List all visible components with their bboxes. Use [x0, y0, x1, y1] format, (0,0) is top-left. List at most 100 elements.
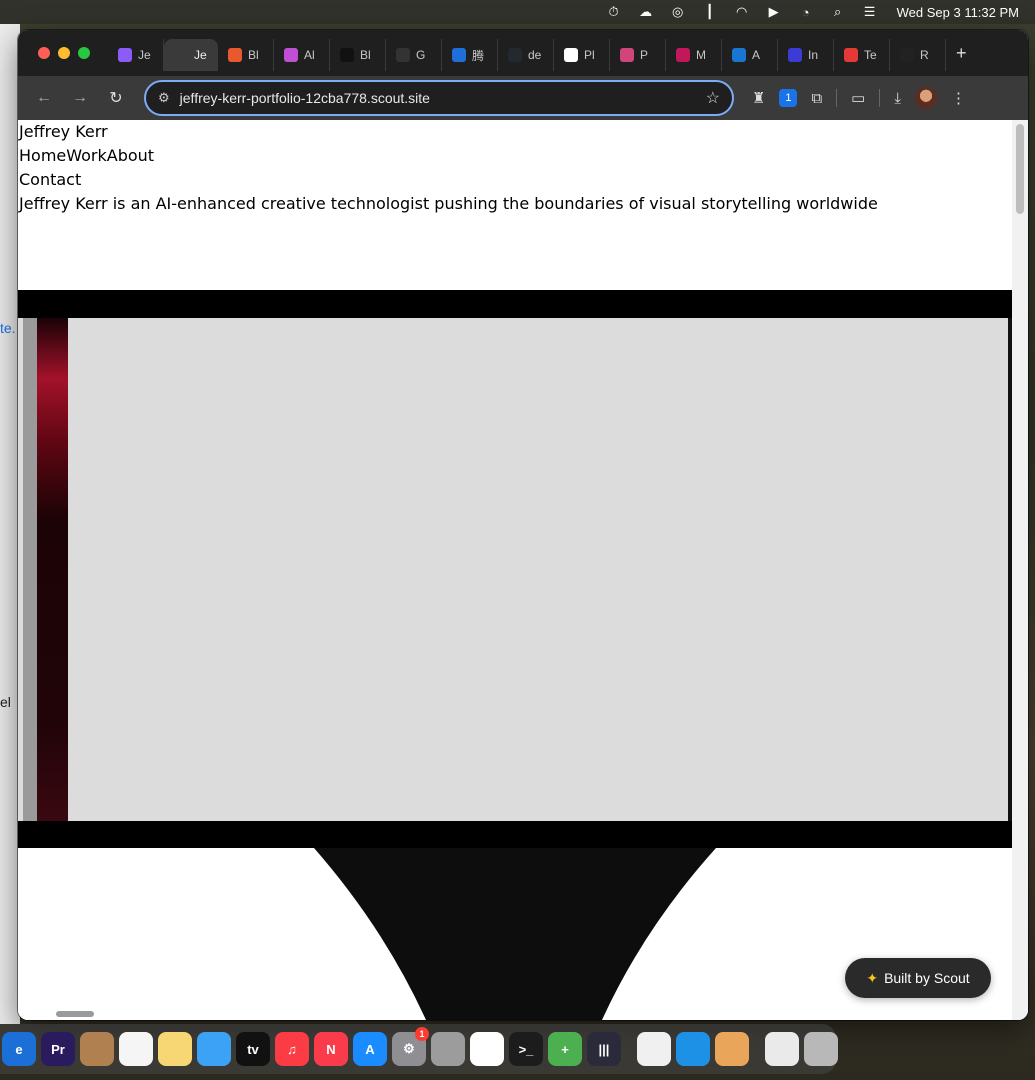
minimize-window-button[interactable]	[58, 47, 70, 59]
dock-app-news-icon[interactable]: N	[314, 1032, 348, 1066]
new-tab-button[interactable]: +	[956, 43, 967, 64]
browser-tab[interactable]: Je×	[164, 39, 218, 71]
dock-app-terminal-icon[interactable]: >_	[509, 1032, 543, 1066]
sparkles-icon: ✦	[866, 969, 879, 986]
tab-title: 腾	[472, 48, 485, 63]
browser-tab[interactable]: Je	[108, 39, 164, 71]
dock-app-edge-partial-icon[interactable]: e	[2, 1032, 36, 1066]
password-manager-icon[interactable]: 1	[779, 89, 798, 107]
browser-tab[interactable]: de	[498, 39, 554, 71]
decorative-funnel-shape	[314, 848, 716, 1020]
tab-title: P	[640, 48, 649, 62]
dock-app-textedit-icon[interactable]	[637, 1032, 671, 1066]
dock-app-docker-icon[interactable]	[676, 1032, 710, 1066]
tab-favicon-icon	[508, 48, 522, 62]
browser-tab[interactable]: P	[610, 39, 666, 71]
browser-tab[interactable]: R	[890, 39, 946, 71]
browser-toolbar: ← → ↻ ⚙ jeffrey-kerr-portfolio-12cba778.…	[18, 76, 1028, 120]
play-circle-icon[interactable]: ▶	[765, 4, 783, 19]
hero-media-red-strip	[37, 318, 68, 821]
forward-arrow-icon[interactable]: →	[66, 84, 94, 112]
tab-list: JeJe×BlAlBlG腾dePlPMAInTeR	[108, 35, 946, 71]
window-controls	[38, 47, 90, 59]
wifi-icon[interactable]: ◔	[797, 5, 815, 20]
hero-media[interactable]	[18, 318, 1012, 821]
menu-kebab-icon[interactable]: ⋮	[951, 89, 966, 107]
tab-title: Je	[138, 48, 151, 62]
bookmark-star-icon[interactable]: ☆	[706, 88, 720, 108]
background-link-fragment[interactable]: te.	[0, 320, 16, 336]
dock-app-freeform-icon[interactable]	[197, 1032, 231, 1066]
dock-app-cloud-app-icon[interactable]: +	[548, 1032, 582, 1066]
reload-icon[interactable]: ↻	[102, 84, 130, 112]
browser-tab[interactable]: G	[386, 39, 442, 71]
tab-favicon-icon	[118, 48, 132, 62]
extension-icon[interactable]: ♜	[752, 89, 765, 107]
browser-tab[interactable]: 腾	[442, 39, 498, 71]
browser-tab[interactable]: Al	[274, 39, 330, 71]
tab-title: G	[416, 48, 426, 62]
timer-icon[interactable]: ⏱	[605, 4, 623, 19]
tab-favicon-icon	[396, 48, 410, 62]
toolbar-separator	[836, 89, 838, 107]
extensions-puzzle-icon[interactable]: ⧉	[811, 90, 822, 107]
zoom-window-button[interactable]	[78, 47, 90, 59]
cast-icon[interactable]: ▭	[851, 89, 865, 107]
site-info-icon[interactable]: ⚙	[158, 90, 170, 106]
dock-app-notes-icon[interactable]	[158, 1032, 192, 1066]
built-by-scout-badge[interactable]: ✦ Built by Scout	[845, 958, 991, 998]
browser-tab[interactable]: Bl	[218, 39, 274, 71]
site-nav[interactable]: HomeWorkAbout	[19, 146, 154, 165]
dock-app-apple-tv-icon[interactable]: tv	[236, 1032, 270, 1066]
dock-app-app-store-icon[interactable]: A	[353, 1032, 387, 1066]
browser-tab[interactable]: Bl	[330, 39, 386, 71]
horizontal-scroll-thumb[interactable]	[56, 1011, 94, 1017]
dock-app-trash-icon[interactable]	[804, 1032, 838, 1066]
tab-favicon-icon	[788, 48, 802, 62]
tab-title: Bl	[360, 48, 371, 62]
browser-tab[interactable]: Pl	[554, 39, 610, 71]
tab-title: Bl	[248, 48, 259, 62]
dock-app-reminders-icon[interactable]	[119, 1032, 153, 1066]
background-text-fragment: el	[0, 694, 11, 710]
search-icon[interactable]: ⌕	[829, 4, 847, 19]
back-arrow-icon[interactable]: ←	[30, 84, 58, 112]
cloud-icon[interactable]: ☁	[637, 4, 655, 19]
control-center-icon[interactable]: ☰	[861, 4, 879, 19]
tab-title: A	[752, 48, 761, 62]
dock-app-chrome-icon[interactable]	[470, 1032, 504, 1066]
audio-levels-icon[interactable]: ┃	[701, 4, 719, 19]
dock-app-premiere-icon[interactable]: Pr	[41, 1032, 75, 1066]
menu-bar-clock[interactable]: Wed Sep 3 11:32 PM	[897, 5, 1019, 20]
browser-tab[interactable]: A	[722, 39, 778, 71]
tab-title: Je	[194, 48, 207, 62]
browser-tab[interactable]: In	[778, 39, 834, 71]
dock-app-iphone-mirroring-icon[interactable]	[431, 1032, 465, 1066]
tab-title: Pl	[584, 48, 595, 62]
tab-title: de	[528, 48, 542, 62]
close-window-button[interactable]	[38, 47, 50, 59]
dock-app-zip-file-icon[interactable]	[765, 1032, 799, 1066]
browser-tab[interactable]: Te	[834, 39, 890, 71]
tab-favicon-icon	[676, 48, 690, 62]
dock-app-audio-app-icon[interactable]: |||	[587, 1032, 621, 1066]
browser-tab[interactable]: M	[666, 39, 722, 71]
download-icon[interactable]: ⤓	[894, 90, 901, 107]
url-text[interactable]: jeffrey-kerr-portfolio-12cba778.scout.si…	[180, 90, 706, 106]
creative-cloud-icon[interactable]: ◎	[669, 4, 687, 19]
dock: e Pr tv ♫ N A ⚙ 1 >_ + |||	[0, 1024, 838, 1074]
tab-favicon-icon	[452, 48, 466, 62]
site-name[interactable]: Jeffrey Kerr	[19, 122, 108, 141]
tab-title: In	[808, 48, 819, 62]
dock-app-system-settings-icon[interactable]: ⚙ 1	[392, 1027, 429, 1066]
profile-avatar[interactable]	[915, 87, 937, 109]
dock-app-music-icon[interactable]: ♫	[275, 1032, 309, 1066]
vertical-scrollbar[interactable]	[1012, 120, 1028, 1020]
headphones-icon[interactable]: ◠	[733, 4, 751, 19]
dock-app-archive-utility-icon[interactable]	[715, 1032, 749, 1066]
address-bar[interactable]: ⚙ jeffrey-kerr-portfolio-12cba778.scout.…	[144, 80, 734, 116]
nav-contact-link[interactable]: Contact	[19, 170, 81, 189]
scrollbar-thumb[interactable]	[1016, 124, 1024, 214]
dock-app-contacts-icon[interactable]	[80, 1032, 114, 1066]
notification-badge: 1	[415, 1027, 429, 1041]
